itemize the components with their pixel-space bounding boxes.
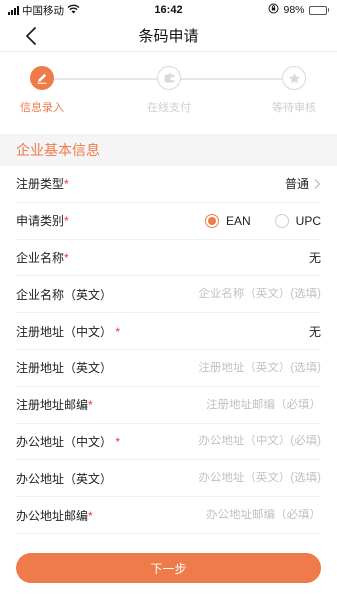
field-label: 企业名称（英文） xyxy=(16,287,113,302)
radio-option-upc[interactable]: UPC xyxy=(274,213,321,228)
chevron-left-icon[interactable] xyxy=(22,26,42,46)
field-label: 办公地址（英文） xyxy=(16,471,113,486)
registration-type-select[interactable]: 普通 xyxy=(285,175,321,192)
reg-address-en-input[interactable] xyxy=(151,361,321,374)
status-time: 16:42 xyxy=(154,4,183,16)
office-address-cn-input[interactable] xyxy=(151,435,321,448)
wifi-icon xyxy=(67,4,80,17)
progress-steps: 信息录入 在线支付 等待审核 xyxy=(0,52,337,134)
step-label: 等待审核 xyxy=(272,102,316,114)
status-left: 中国移动 xyxy=(8,3,118,18)
next-step-button[interactable]: 下一步 xyxy=(16,553,321,583)
office-postcode-input[interactable] xyxy=(151,509,321,522)
office-address-cn-row: 办公地址（中文） * xyxy=(16,424,321,461)
step-online-payment: 在线支付 xyxy=(129,66,209,115)
field-label: 申请类别* xyxy=(16,214,69,229)
radio-unchecked-icon[interactable] xyxy=(274,213,289,228)
field-label: 注册类型* xyxy=(16,177,69,192)
nav-bar: 条码申请 xyxy=(0,20,337,52)
pencil-icon xyxy=(30,66,54,90)
office-address-en-input[interactable] xyxy=(151,472,321,485)
reg-postcode-row: 注册地址邮编* xyxy=(16,387,321,424)
step-info-entry: 信息录入 xyxy=(2,66,82,115)
star-icon xyxy=(282,66,306,90)
radio-option-ean[interactable]: EAN xyxy=(204,213,251,228)
orientation-lock-icon xyxy=(268,3,279,17)
wallet-icon xyxy=(157,66,181,90)
field-label: 办公地址（中文） * xyxy=(16,434,121,449)
footer: 下一步 xyxy=(0,548,337,600)
step-label: 在线支付 xyxy=(147,102,191,114)
signal-icon xyxy=(8,5,19,15)
application-category-radio-group: EAN UPC xyxy=(204,213,321,228)
radio-label: UPC xyxy=(295,213,321,228)
battery-percent: 98% xyxy=(283,4,305,16)
field-label: 注册地址（英文） xyxy=(16,361,113,376)
step-label: 信息录入 xyxy=(20,102,64,114)
office-postcode-row: 办公地址邮编* xyxy=(16,497,321,534)
reg-address-cn-row: 注册地址（中文） * 无 xyxy=(16,313,321,350)
company-name-en-row: 企业名称（英文） xyxy=(16,276,321,314)
registration-type-value: 普通 xyxy=(284,177,309,192)
carrier-label: 中国移动 xyxy=(22,4,64,17)
page-title: 条码申请 xyxy=(138,28,199,45)
reg-address-en-row: 注册地址（英文） xyxy=(16,350,321,387)
chevron-right-icon xyxy=(313,178,321,190)
reg-address-cn-value: 无 xyxy=(308,324,321,339)
status-right: 98% xyxy=(219,3,329,17)
office-address-en-row: 办公地址（英文） xyxy=(16,460,321,498)
company-name-row: 企业名称* 无 xyxy=(16,240,321,277)
radio-checked-icon[interactable] xyxy=(204,213,219,228)
radio-label: EAN xyxy=(225,213,251,228)
registration-type-row[interactable]: 注册类型* 普通 xyxy=(16,166,321,203)
company-name-value: 无 xyxy=(308,250,321,265)
field-label: 企业名称* xyxy=(16,250,69,265)
field-label: 注册地址邮编* xyxy=(16,398,93,413)
application-category-row: 申请类别* EAN UPC xyxy=(16,203,321,240)
battery-icon xyxy=(308,5,329,15)
step-await-review: 等待审核 xyxy=(254,66,334,115)
status-bar: 中国移动 16:42 98% xyxy=(0,0,337,20)
section-header: 企业基本信息 xyxy=(0,134,337,166)
company-name-en-input[interactable] xyxy=(151,288,321,301)
field-label: 注册地址（中文） * xyxy=(16,324,121,339)
field-label: 办公地址邮编* xyxy=(16,508,93,523)
reg-postcode-input[interactable] xyxy=(151,398,321,411)
